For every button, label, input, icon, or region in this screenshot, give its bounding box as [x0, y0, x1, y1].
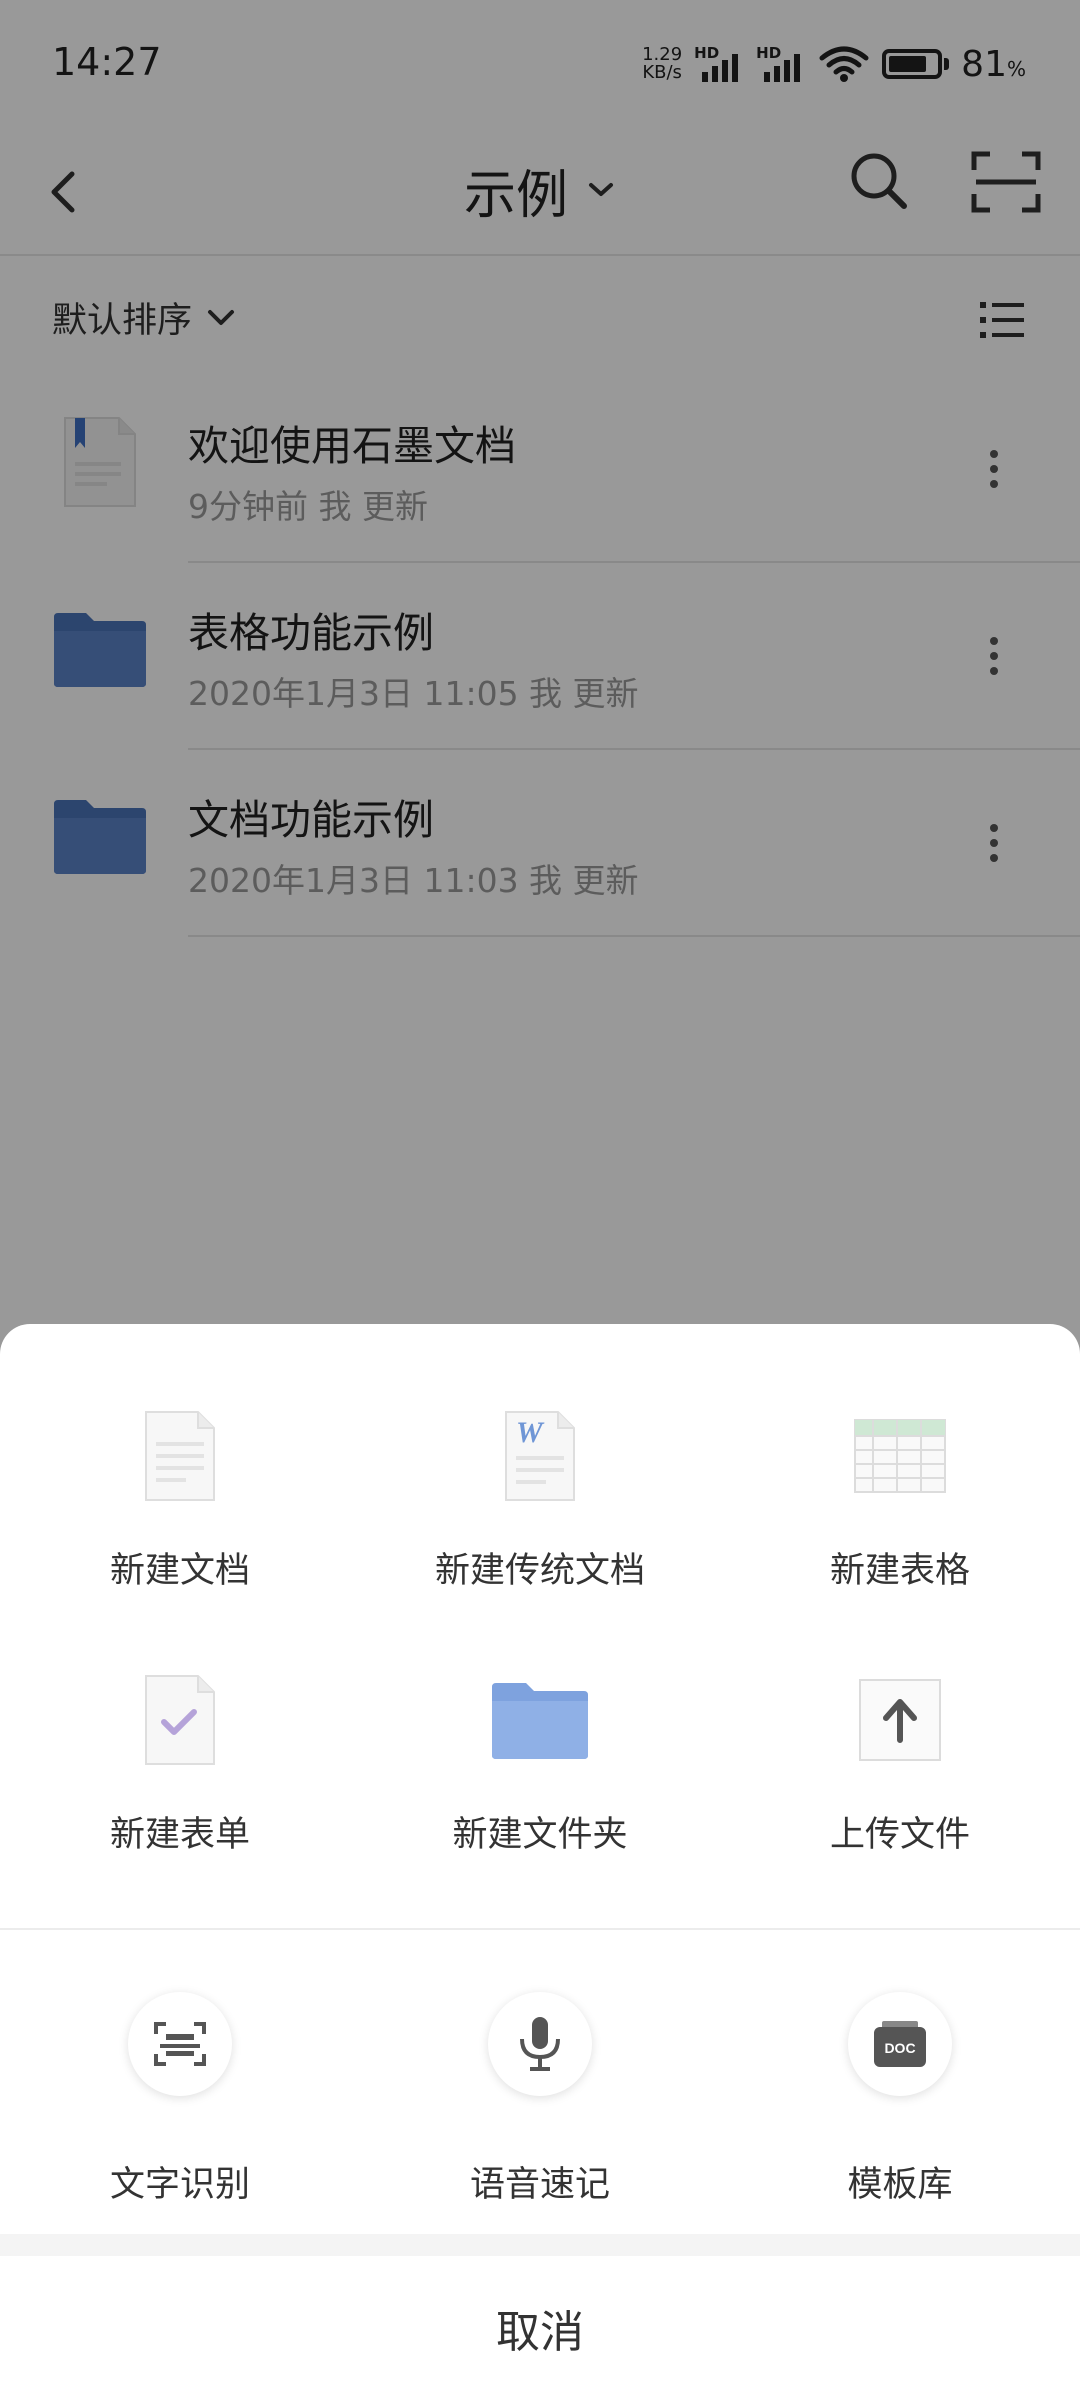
upload-file-button[interactable]: 上传文件	[720, 1588, 1080, 1855]
template-library-button[interactable]: DOC 模板库	[720, 1324, 1080, 2205]
folder-icon	[492, 1683, 588, 1759]
upload-icon	[859, 1679, 941, 1761]
voice-note-button[interactable]: 语音速记	[360, 1324, 720, 2205]
sheet-separator	[0, 2234, 1080, 2256]
new-form-button[interactable]: 新建表单	[0, 1588, 360, 1855]
cancel-button[interactable]: 取消	[0, 2256, 1080, 2400]
ocr-button[interactable]: 文字识别	[0, 1324, 360, 2205]
svg-text:DOC: DOC	[884, 2040, 915, 2056]
new-folder-label: 新建文件夹	[452, 1815, 628, 1855]
microphone-icon	[520, 2017, 560, 2071]
new-folder-button[interactable]: 新建文件夹	[360, 1588, 720, 1855]
new-form-label: 新建表单	[109, 1815, 250, 1855]
ocr-label: 文字识别	[109, 2165, 250, 2205]
template-doc-icon: DOC	[874, 2021, 926, 2067]
form-icon	[145, 1675, 215, 1765]
upload-file-label: 上传文件	[829, 1815, 970, 1855]
ocr-scan-icon	[154, 2022, 206, 2066]
create-bottom-sheet: 新建文档 W 新建传统文档 新建表格 新建表单 新建文件夹 上传文件 文字识别 …	[0, 1324, 1080, 2400]
voice-note-label: 语音速记	[469, 2165, 610, 2205]
sheet-divider	[0, 1928, 1080, 1930]
template-library-label: 模板库	[847, 2165, 953, 2205]
